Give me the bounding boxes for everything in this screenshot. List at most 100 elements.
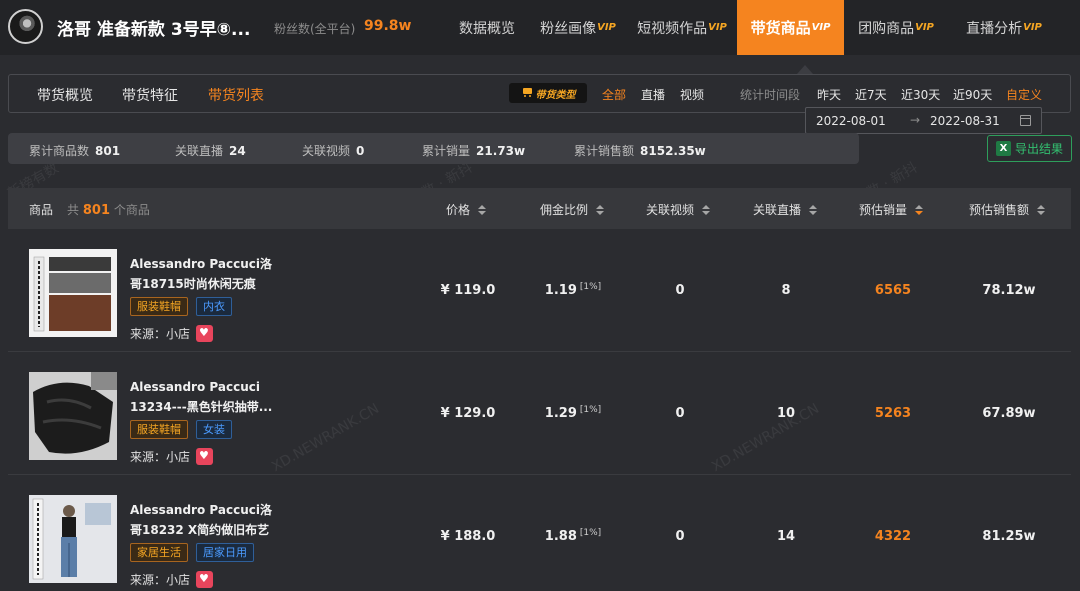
price-cell: ¥ 188.0: [440, 529, 496, 544]
account-name: 洛哥 准备新款 3号早⑧...: [57, 20, 251, 40]
filter-live[interactable]: 直播: [641, 86, 665, 103]
sort-icon[interactable]: [478, 204, 487, 215]
shop-icon[interactable]: [196, 325, 214, 342]
stat-value: 0: [356, 144, 365, 158]
product-image[interactable]: [29, 495, 117, 583]
col-commission[interactable]: 佣金比例: [540, 201, 605, 218]
commission-value: 1.88: [544, 529, 577, 544]
videos-cell: 0: [675, 283, 685, 298]
shop-icon[interactable]: [196, 448, 214, 465]
subcategory-tag: 内衣: [196, 297, 232, 316]
end-date[interactable]: 2022-08-31: [930, 114, 1000, 128]
stat-label: 关联视频: [302, 144, 351, 158]
stat-value: 801: [95, 144, 121, 158]
shop-icon[interactable]: [196, 571, 214, 588]
cart-icon: [521, 88, 533, 98]
product-source: 来源：小店: [130, 571, 214, 588]
col-label: 价格: [446, 203, 471, 217]
commission-rate: [1%]: [579, 404, 602, 415]
table-row[interactable]: Alessandro Paccuci洛哥18232 X简约做旧布艺面... 家居…: [8, 475, 1071, 591]
col-label: 关联直播: [753, 203, 802, 217]
category-tag: 服装鞋帽: [130, 420, 188, 439]
product-source: 来源：小店: [130, 448, 214, 465]
col-label: 佣金比例: [540, 203, 589, 217]
subtab-list[interactable]: 带货列表: [208, 85, 264, 105]
subtab-features[interactable]: 带货特征: [122, 85, 178, 105]
nav-tab-fan-profile[interactable]: 粉丝画像 VIP: [529, 0, 627, 55]
count-suffix: 个商品: [113, 203, 150, 217]
videos-cell: 0: [675, 529, 685, 544]
col-label: 预估销量: [859, 203, 908, 217]
commission-value: 1.29: [544, 406, 577, 421]
product-column-header: 商品 共 801 个商品: [29, 201, 150, 218]
stat-value: 24: [229, 144, 246, 158]
nav-tab-group-buy[interactable]: 团购商品 VIP: [844, 0, 948, 55]
count-prefix: 共: [67, 203, 80, 217]
sort-icon[interactable]: [702, 204, 711, 215]
commission-cell: 1.88 [1%]: [516, 475, 630, 591]
sort-icon[interactable]: [809, 204, 818, 215]
commission-value: 1.19: [544, 283, 577, 298]
col-label: 预估销售额: [969, 203, 1030, 217]
stats-bar: 累计商品数 801 关联直播 24 关联视频 0 累计销量 21.73w 累计销售额 81…: [8, 133, 859, 164]
lives-cell: 10: [776, 406, 796, 421]
nav-tab-label: 直播分析: [966, 20, 1023, 37]
videos-cell: 0: [675, 406, 685, 421]
table-row[interactable]: Alessandro Paccuci洛哥18715时尚休闲无痕塑... 服装鞋帽…: [8, 229, 1071, 352]
sort-icon[interactable]: [596, 204, 605, 215]
product-title[interactable]: Alessandro Paccuci 13234---黑色针织抽带...: [130, 377, 280, 417]
period-label: 统计时间段: [740, 88, 801, 102]
product-image[interactable]: [29, 249, 117, 337]
avatar[interactable]: [8, 9, 43, 44]
filter-video[interactable]: 视频: [680, 86, 704, 103]
stat-products: 累计商品数 801: [29, 142, 120, 159]
count-value: 801: [82, 203, 110, 218]
category-tag: 家居生活: [130, 543, 188, 562]
lives-cell: 14: [776, 529, 796, 544]
nav-tab-live-analysis[interactable]: 直播分析 VIP: [948, 0, 1060, 55]
nav-tab-label: 短视频作品: [637, 20, 708, 37]
col-sales[interactable]: 预估销量: [859, 201, 924, 218]
stat-value: 21.73w: [476, 144, 526, 158]
sort-icon[interactable]: [915, 204, 924, 215]
type-badge: 带货类型: [509, 83, 587, 103]
nav-tab-videos[interactable]: 短视频作品 VIP: [627, 0, 737, 55]
vip-badge: VIP: [1023, 22, 1042, 33]
commission-cell: 1.19 [1%]: [516, 229, 630, 352]
sort-icon[interactable]: [1037, 204, 1046, 215]
price-cell: ¥ 119.0: [440, 283, 496, 298]
col-videos[interactable]: 关联视频: [646, 201, 711, 218]
stat-lives: 关联直播 24: [175, 142, 246, 159]
col-price[interactable]: 价格: [446, 201, 487, 218]
revenue-cell: 67.89w: [982, 406, 1036, 421]
source-label: 来源：小店: [130, 450, 191, 464]
range-custom[interactable]: 自定义: [1006, 86, 1042, 103]
product-header-label: 商品: [29, 203, 54, 217]
price-cell: ¥ 129.0: [440, 406, 496, 421]
nav-tab-label: 粉丝画像: [540, 20, 597, 37]
lives-cell: 8: [781, 283, 791, 298]
date-range-picker[interactable]: 2022-08-01 → 2022-08-31: [805, 107, 1042, 134]
calendar-icon[interactable]: [1020, 115, 1031, 126]
range-7d[interactable]: 近7天: [855, 86, 887, 103]
fans-value: 99.8w: [364, 18, 412, 34]
nav-tab-overview[interactable]: 数据概览: [445, 0, 529, 55]
nav-tab-label: 数据概览: [459, 20, 515, 37]
stat-label: 累计销量: [422, 144, 471, 158]
subtab-overview[interactable]: 带货概览: [37, 85, 93, 105]
col-lives[interactable]: 关联直播: [753, 201, 818, 218]
start-date[interactable]: 2022-08-01: [816, 114, 886, 128]
export-label: 导出结果: [1014, 142, 1063, 156]
nav-tab-label: 团购商品: [858, 20, 915, 37]
range-30d[interactable]: 近30天: [901, 86, 940, 103]
nav-tab-products[interactable]: 带货商品 VIP: [737, 0, 844, 55]
range-90d[interactable]: 近90天: [953, 86, 992, 103]
stat-value: 8152.35w: [640, 144, 706, 158]
export-button[interactable]: X 导出结果: [987, 135, 1072, 162]
table-row[interactable]: Alessandro Paccuci 13234---黑色针织抽带... 服装鞋…: [8, 352, 1071, 475]
col-revenue[interactable]: 预估销售额: [969, 201, 1046, 218]
active-tab-pointer: [797, 65, 813, 74]
range-yesterday[interactable]: 昨天: [817, 86, 841, 103]
filter-all[interactable]: 全部: [602, 86, 626, 103]
product-image[interactable]: [29, 372, 117, 460]
